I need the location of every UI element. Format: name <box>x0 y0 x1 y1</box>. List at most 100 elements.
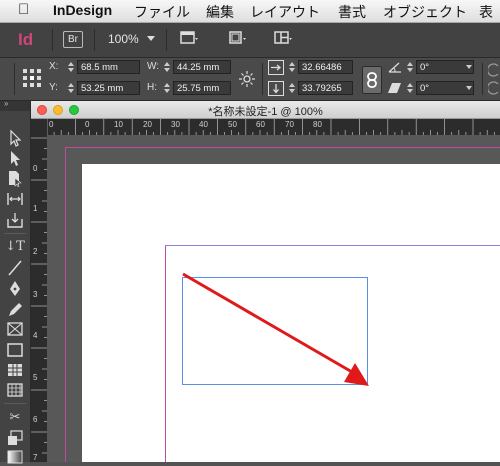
document-title: *名称未設定-1 @ 100% <box>208 106 323 118</box>
menu-item-file[interactable]: ファイル <box>134 2 190 22</box>
h-ruler-label: 20 <box>143 120 152 129</box>
rotate-clockwise-icon[interactable] <box>488 62 500 96</box>
v-ruler-label: 4 <box>33 331 38 340</box>
gap-tool-icon[interactable] <box>5 190 25 208</box>
divider <box>262 63 263 95</box>
arrow-shaft <box>182 272 353 374</box>
pen-tool-icon[interactable] <box>5 279 25 297</box>
scale-x-icon <box>268 60 284 75</box>
divider <box>4 233 26 234</box>
divider <box>52 29 53 51</box>
vertical-ruler[interactable]: 0 1 2 3 4 5 6 7 <box>31 135 47 462</box>
h-ruler-label: 50 <box>228 120 237 129</box>
free-transform-tool-icon[interactable] <box>5 429 25 447</box>
shear-stepper[interactable] <box>406 81 414 95</box>
scale-y-field[interactable]: 33.79265 <box>298 81 353 95</box>
h-ruler-label: 30 <box>171 120 180 129</box>
divider <box>166 29 167 51</box>
collapse-icon[interactable]: » <box>4 99 8 108</box>
menu-item-edit[interactable]: 編集 <box>206 2 234 22</box>
scale-x-field[interactable]: 32.66486 <box>298 60 353 74</box>
page-tool-icon[interactable] <box>5 169 25 187</box>
ruler-origin[interactable] <box>31 119 47 135</box>
v-ruler-label: 7 <box>33 453 38 462</box>
tools-panel: » ↓T ✂ <box>0 99 31 464</box>
control-panel: X: 68.5 mm Y: 53.25 mm W: 44.25 mm H: 25… <box>0 58 500 101</box>
zoom-level[interactable]: 100% <box>108 32 139 46</box>
rotate-dropdown-icon[interactable] <box>466 65 472 69</box>
constrain-scale-button[interactable] <box>362 66 382 94</box>
x-stepper[interactable] <box>67 60 75 74</box>
direct-selection-tool-icon[interactable] <box>5 149 25 167</box>
h-ruler-label: 80 <box>313 120 322 129</box>
scissors-tool-icon[interactable]: ✂ <box>5 408 25 426</box>
h-stepper[interactable] <box>163 81 171 95</box>
rotate-stepper[interactable] <box>406 60 414 74</box>
zoom-dropdown-icon[interactable] <box>147 36 155 41</box>
v-ruler-label: 1 <box>33 204 38 213</box>
v-ruler-label: 3 <box>33 290 38 299</box>
h-field[interactable]: 25.75 mm <box>173 81 231 95</box>
shear-dropdown-icon[interactable] <box>466 86 472 90</box>
h-ruler-label: 10 <box>114 120 123 129</box>
view-options-icon[interactable] <box>180 29 200 47</box>
rectangle-frame-tool-icon[interactable] <box>5 320 25 338</box>
scale-y-stepper[interactable] <box>288 81 296 95</box>
bridge-button[interactable]: Br <box>63 31 83 48</box>
constrain-proportions-icon[interactable] <box>238 70 256 88</box>
horizontal-ruler[interactable]: 0 0 10 20 30 40 50 60 70 80 <box>47 119 500 135</box>
rotate-angle-icon <box>388 62 401 73</box>
indesign-logo: Id <box>18 30 34 49</box>
menu-item-object[interactable]: オブジェクト <box>383 2 467 22</box>
v-ruler-label: 2 <box>33 247 38 256</box>
w-stepper[interactable] <box>163 60 171 74</box>
h-label: H: <box>147 82 157 93</box>
v-ruler-label: 0 <box>33 164 38 173</box>
arrow-head <box>344 363 369 386</box>
menu-item-layout[interactable]: レイアウト <box>250 2 320 22</box>
x-label: X: <box>49 61 59 72</box>
y-label: Y: <box>49 82 58 93</box>
document-titlebar: *名称未設定-1 @ 100% <box>31 101 500 119</box>
screen-mode-icon[interactable] <box>228 29 248 47</box>
reference-point-icon[interactable] <box>22 68 42 88</box>
selection-tool-icon[interactable] <box>5 129 25 147</box>
arrange-documents-icon[interactable] <box>274 29 294 47</box>
w-label: W: <box>147 61 160 72</box>
x-field[interactable]: 68.5 mm <box>77 60 140 74</box>
application-bar: Id Br 100% <box>0 23 500 58</box>
divider <box>4 403 26 404</box>
rectangle-tool-icon[interactable] <box>5 341 25 359</box>
h-ruler-label: 0 <box>85 120 90 129</box>
gradient-tool-icon[interactable] <box>5 448 25 466</box>
type-tool-icon[interactable]: ↓T <box>5 238 25 256</box>
arrow-annotation <box>182 272 369 386</box>
tools-panel-header[interactable]: » <box>0 99 30 111</box>
scale-x-stepper[interactable] <box>288 60 296 74</box>
grid-tool-icon[interactable] <box>5 381 25 399</box>
chain-link-icon <box>367 72 377 88</box>
menu-item-type[interactable]: 書式 <box>338 2 366 22</box>
divider <box>14 63 15 95</box>
pasteboard[interactable] <box>47 135 500 462</box>
w-field[interactable]: 44.25 mm <box>173 60 231 74</box>
menu-item-indesign[interactable]: InDesign <box>53 2 112 18</box>
y-field[interactable]: 53.25 mm <box>77 81 140 95</box>
menu-bar:  InDesign ファイル 編集 レイアウト 書式 オブジェクト 表 <box>0 0 500 23</box>
divider <box>482 63 483 95</box>
h-ruler-label: 60 <box>256 120 265 129</box>
divider <box>94 29 95 51</box>
line-tool-icon[interactable] <box>5 259 25 277</box>
shear-angle-icon <box>388 83 401 93</box>
apple-icon[interactable]:  <box>18 1 29 18</box>
table-tool-icon[interactable] <box>5 361 25 379</box>
content-collector-tool-icon[interactable] <box>5 211 25 229</box>
menu-item-table[interactable]: 表 <box>479 2 493 22</box>
pencil-tool-icon[interactable] <box>5 300 25 318</box>
h-ruler-label: 40 <box>199 120 208 129</box>
scale-y-icon <box>268 81 284 96</box>
h-ruler-label: 70 <box>285 120 294 129</box>
y-stepper[interactable] <box>67 81 75 95</box>
v-ruler-label: 6 <box>33 415 38 424</box>
v-ruler-label: 5 <box>33 373 38 382</box>
